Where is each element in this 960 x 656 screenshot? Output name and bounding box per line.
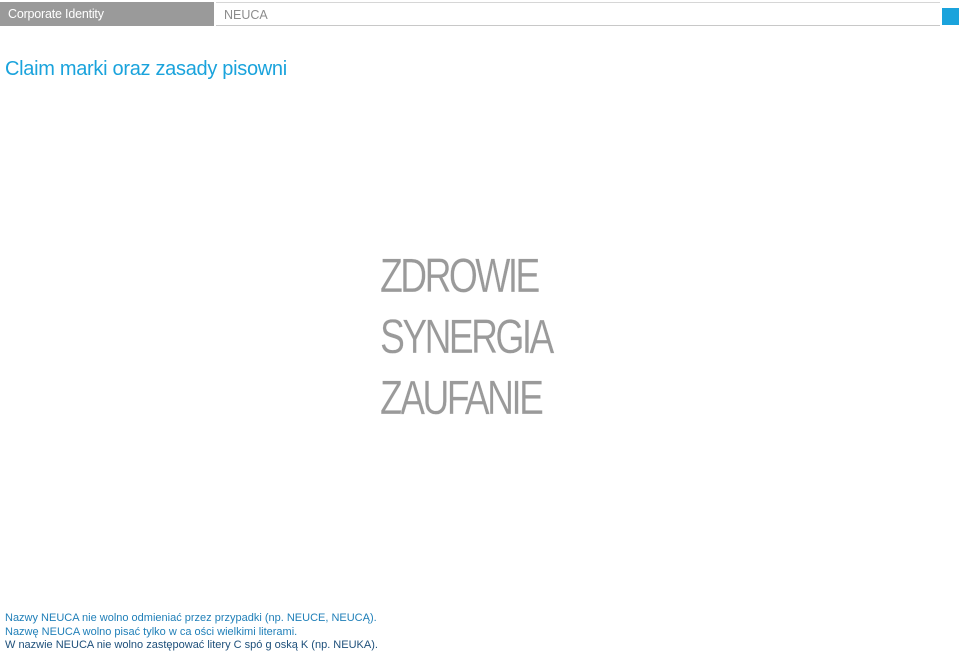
page-title: Claim marki oraz zasady pisowni (5, 58, 287, 80)
rule-line: W nazwie NEUCA nie wolno zastępować lite… (5, 639, 378, 651)
rule-line: Nazwę NEUCA wolno pisać tylko w ca ości … (5, 625, 298, 638)
brand-claim: ZDROWIE SYNERGIA ZAUFANIE (380, 246, 600, 429)
section-label: Corporate Identity (8, 7, 104, 21)
claim-word: SYNERGIA (380, 311, 555, 364)
section-tab[interactable]: Corporate Identity (0, 2, 214, 26)
header-bar: Corporate Identity NEUCA (0, 2, 960, 26)
accent-square-icon (942, 8, 959, 25)
rule-line: Nazwy NEUCA nie wolno odmieniać przez pr… (5, 612, 377, 624)
spelling-rules: Nazwy NEUCA nie wolno odmieniać przez pr… (5, 612, 378, 653)
claim-word: ZAUFANIE (380, 372, 544, 425)
page: Corporate Identity NEUCA Claim marki ora… (0, 0, 960, 656)
claim-word: ZDROWIE (380, 250, 541, 303)
brand-label: NEUCA (224, 8, 268, 22)
brand-tab[interactable]: NEUCA (216, 2, 940, 26)
